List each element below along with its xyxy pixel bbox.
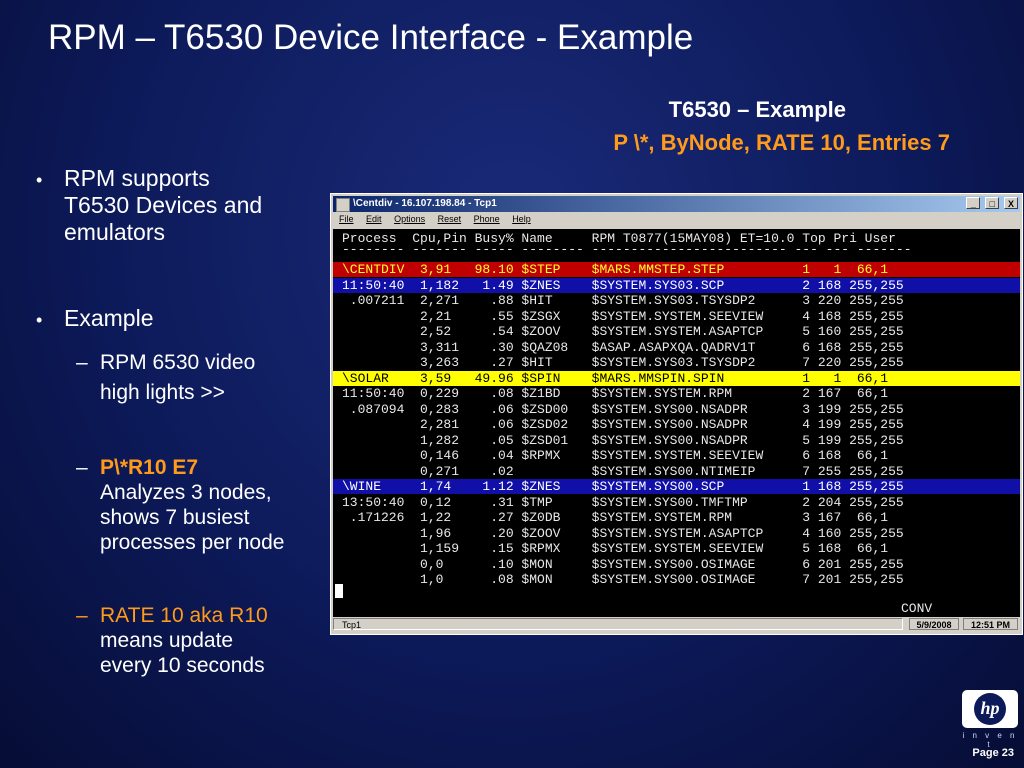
terminal-row: .171226 1,22 .27 $Z0DB $SYSTEM.SYSTEM.RP… — [342, 510, 889, 525]
terminal-window[interactable]: \Centdiv - 16.107.198.84 - Tcp1 _ □ X Fi… — [330, 193, 1023, 635]
bullet-dot: • — [36, 310, 43, 330]
example-title-line2: P \*, ByNode, RATE 10, Entries 7 — [613, 130, 950, 155]
menu-help[interactable]: Help — [512, 214, 531, 224]
status-time: 12:51 PM — [963, 618, 1018, 630]
menu-phone[interactable]: Phone — [474, 214, 500, 224]
subbullet-text: processes per node — [100, 531, 285, 554]
terminal-row: 1,159 .15 $RPMX $SYSTEM.SYSTEM.SEEVIEW 5… — [342, 541, 889, 556]
terminal-row: 2,281 .06 $ZSD02 $SYSTEM.SYS00.NSADPR 4 … — [342, 417, 904, 432]
terminal-row: \CENTDIV 3,91 98.10 $STEP $MARS.MMSTEP.S… — [333, 262, 1020, 277]
subbullet-text: shows 7 busiest — [100, 506, 250, 529]
hp-logo-text: hp — [974, 693, 1006, 725]
terminal-row: 0,271 .02 $SYSTEM.SYS00.NTIMEIP 7 255 25… — [342, 463, 904, 479]
terminal-row: 0,146 .04 $RPMX $SYSTEM.SYSTEM.SEEVIEW 6… — [342, 448, 889, 463]
bullet-text: RPM supports — [64, 165, 210, 191]
terminal-row: \SOLAR 3,59 49.96 $SPIN $MARS.MMSPIN.SPI… — [333, 370, 1020, 386]
dash: – — [76, 604, 88, 627]
terminal-row: 11:50:40 0,229 .08 $Z1BD $SYSTEM.SYSTEM.… — [342, 386, 889, 401]
status-date: 5/9/2008 — [909, 618, 959, 630]
terminal-row: 3,263 .27 $HIT $SYSTEM.SYS03.TSYSDP2 7 2… — [342, 355, 904, 370]
terminal-row: 2,52 .54 $ZOOV $SYSTEM.SYSTEM.ASAPTCP 5 … — [342, 324, 904, 339]
subbullet-head: P\*R10 E7 — [100, 456, 199, 479]
dash: – — [76, 351, 88, 374]
example-title-line1: T6530 – Example — [668, 97, 846, 122]
terminal-screen[interactable]: Process Cpu,Pin Busy% Name RPM T0877(15M… — [333, 229, 1020, 617]
app-icon — [336, 198, 350, 212]
terminal-row: 0,0 .10 $MON $SYSTEM.SYS00.OSIMAGE 6 201… — [342, 556, 904, 572]
terminal-row: 3,311 .30 $QAZ08 $ASAP.ASAPXQA.QADRV1T 6… — [342, 339, 904, 355]
close-button[interactable]: X — [1004, 197, 1018, 209]
terminal-row: \WINE 1,74 1.12 $ZNES $SYSTEM.SYS00.SCP … — [333, 479, 1020, 494]
terminal-underline: -------- ------- ----- -------- --------… — [342, 242, 912, 257]
status-session: Tcp1 — [333, 618, 903, 630]
terminal-row: .087094 0,283 .06 $ZSD00 $SYSTEM.SYS00.N… — [342, 401, 904, 417]
terminal-row: 1,96 .20 $ZOOV $SYSTEM.SYSTEM.ASAPTCP 4 … — [342, 525, 904, 541]
terminal-row: 11:50:40 1,182 1.49 $ZNES $SYSTEM.SYS03.… — [333, 277, 1020, 293]
example-title: T6530 – Example P \*, ByNode, RATE 10, E… — [530, 93, 950, 159]
maximize-button[interactable]: □ — [985, 197, 1000, 209]
subbullet-text: means update — [100, 629, 234, 652]
dash: – — [76, 456, 88, 479]
terminal-row: 1,282 .05 $ZSD01 $SYSTEM.SYS00.NSADPR 5 … — [342, 432, 904, 448]
page-number: Page 23 — [972, 747, 1014, 759]
terminal-row: 1,0 .08 $MON $SYSTEM.SYS00.OSIMAGE 7 201… — [342, 572, 904, 587]
terminal-row: .007211 2,271 .88 $HIT $SYSTEM.SYS03.TSY… — [342, 293, 904, 308]
menu-bar: File Edit Options Reset Phone Help — [339, 214, 541, 224]
minimize-button[interactable]: _ — [966, 197, 981, 209]
window-title: \Centdiv - 16.107.198.84 - Tcp1 — [353, 198, 497, 209]
window-titlebar[interactable]: \Centdiv - 16.107.198.84 - Tcp1 _ □ X — [333, 196, 1020, 212]
bullet-dot: • — [36, 170, 43, 190]
slide-title: RPM – T6530 Device Interface - Example — [48, 18, 694, 57]
subbullet-text: every 10 seconds — [100, 654, 265, 677]
menu-file[interactable]: File — [339, 214, 354, 224]
menu-edit[interactable]: Edit — [366, 214, 382, 224]
hp-logo: hp — [962, 690, 1018, 730]
subbullet-text: Analyzes 3 nodes, — [100, 481, 272, 504]
bullet-text: Example — [64, 305, 154, 331]
subbullet-text: high lights >> — [100, 381, 225, 404]
subbullet-text: RPM 6530 video — [100, 351, 256, 374]
bullet-text: emulators — [64, 219, 165, 245]
menu-options[interactable]: Options — [394, 214, 425, 224]
bullet-text: T6530 Devices and — [64, 192, 263, 218]
terminal-row: 13:50:40 0,12 .31 $TMP $SYSTEM.SYS00.TMF… — [342, 494, 904, 510]
terminal-row: 2,21 .55 $ZSGX $SYSTEM.SYSTEM.SEEVIEW 4 … — [342, 308, 904, 324]
subbullet-head: RATE 10 aka R10 — [100, 604, 268, 627]
menu-reset[interactable]: Reset — [438, 214, 462, 224]
conv-indicator: CONV — [901, 601, 933, 616]
status-bar: Tcp1 5/9/2008 12:51 PM — [333, 617, 1020, 632]
